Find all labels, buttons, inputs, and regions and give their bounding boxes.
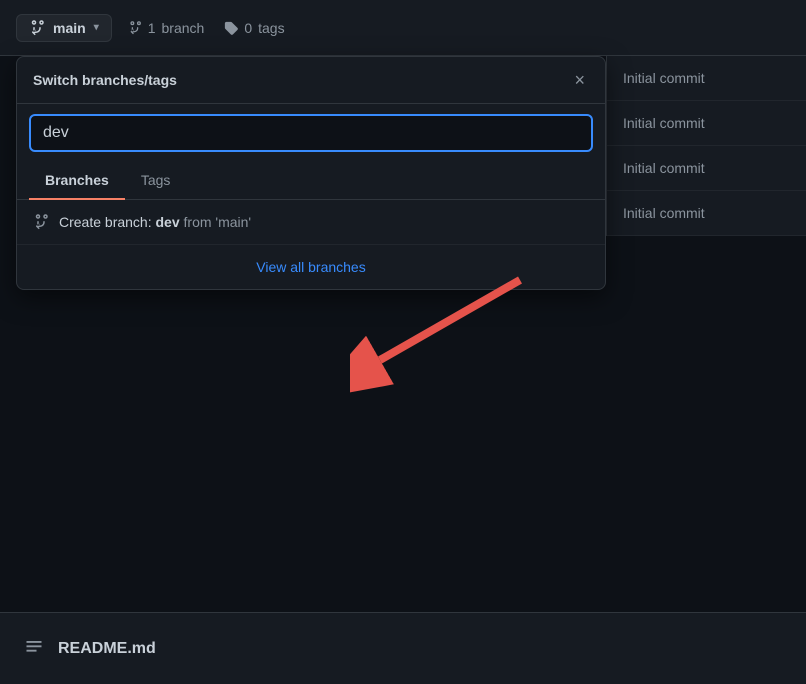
branch-count-number: 1 (148, 20, 156, 36)
top-bar: main ▾ 1 branch 0 tags (0, 0, 806, 56)
create-branch-icon (33, 214, 49, 230)
close-button[interactable]: × (570, 69, 589, 91)
tabs-container: Branches Tags (17, 162, 605, 200)
repo-meta: 1 branch 0 tags (128, 20, 285, 36)
view-all-branches-link[interactable]: View all branches (17, 245, 605, 289)
branch-tag-dropdown: Switch branches/tags × Branches Tags Cre… (16, 56, 606, 290)
chevron-down-icon: ▾ (94, 22, 99, 33)
list-item: Initial commit (607, 101, 806, 146)
branch-count-text: branch (162, 20, 205, 36)
create-branch-from: from 'main' (180, 214, 251, 230)
list-item: Initial commit (607, 146, 806, 191)
create-branch-row[interactable]: Create branch: dev from 'main' (17, 200, 605, 245)
red-arrow-annotation (350, 270, 530, 405)
list-icon (24, 636, 44, 661)
create-branch-name: dev (156, 214, 180, 230)
create-branch-text: Create branch: dev from 'main' (59, 214, 251, 230)
tags-count-text: tags (258, 20, 284, 36)
commit-list: Initial commit Initial commit Initial co… (606, 56, 806, 236)
branch-selector-button[interactable]: main ▾ (16, 14, 112, 42)
branch-name-label: main (53, 20, 86, 36)
tags-count-item: 0 tags (224, 20, 284, 36)
dropdown-title: Switch branches/tags (33, 72, 177, 88)
tab-tags[interactable]: Tags (125, 162, 187, 200)
readme-title: README.md (58, 640, 156, 658)
git-branch-icon (29, 20, 45, 36)
tags-count-number: 0 (244, 20, 252, 36)
list-item: Initial commit (607, 191, 806, 236)
search-input[interactable] (29, 114, 593, 152)
branch-count-icon (128, 21, 142, 35)
readme-bar: README.md (0, 612, 806, 684)
create-branch-prefix: Create branch: (59, 214, 156, 230)
list-item: Initial commit (607, 56, 806, 101)
tag-icon (224, 21, 238, 35)
branch-count-item: 1 branch (128, 20, 205, 36)
tab-branches[interactable]: Branches (29, 162, 125, 200)
dropdown-header: Switch branches/tags × (17, 57, 605, 104)
search-field-container (17, 104, 605, 162)
